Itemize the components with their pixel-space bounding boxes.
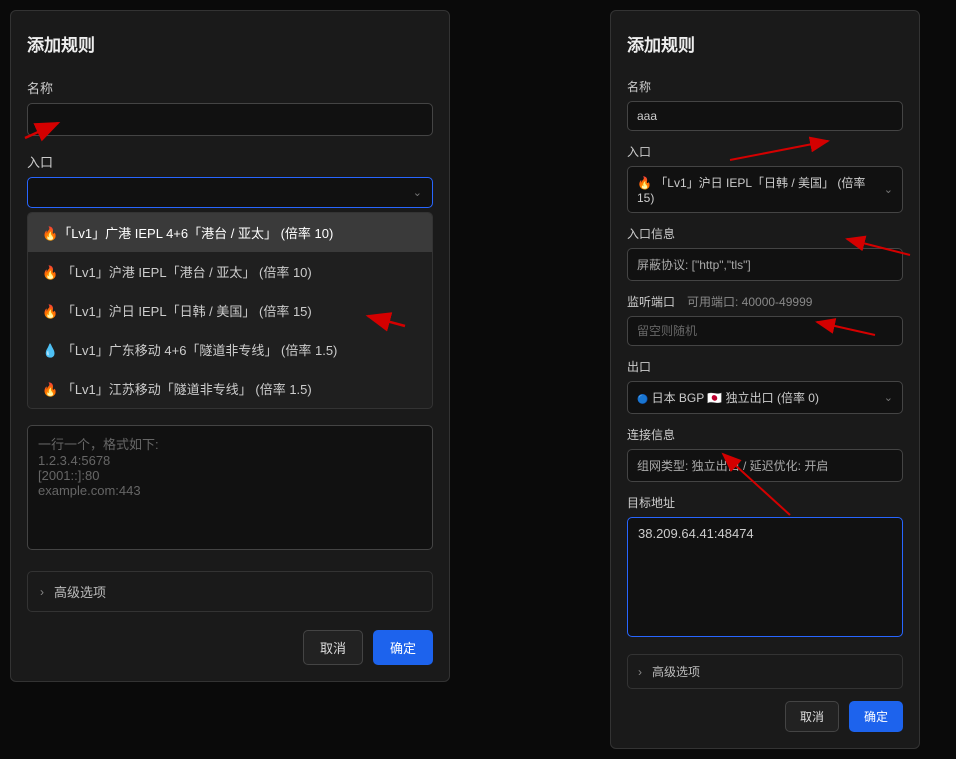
entry-select[interactable]: ⌄ [27,177,433,208]
cancel-button[interactable]: 取消 [303,630,363,665]
listen-port-label: 监听端口 [627,293,675,310]
fire-icon: 🔥 [637,176,652,190]
entry-label: 入口 [27,152,433,171]
dropdown-item[interactable]: 💧 「Lv1」广东移动 4+6「隧道非专线」 (倍率 1.5) [28,330,432,369]
exit-select[interactable]: 🔵 日本 BGP 🇯🇵 独立出口 (倍率 0) ⌄ [627,381,903,414]
target-label: 目标地址 [627,494,903,511]
chevron-right-icon: › [40,585,44,599]
entry-info-label: 入口信息 [627,225,903,242]
fire-icon: 🔥 [42,265,58,280]
cancel-button[interactable]: 取消 [785,701,839,732]
exit-label: 出口 [627,358,903,375]
name-input[interactable] [627,101,903,131]
advanced-options-toggle[interactable]: › 高级选项 [27,571,433,612]
listen-port-input[interactable] [627,316,903,346]
chevron-right-icon: › [638,665,642,679]
chevron-down-icon: ⌄ [413,186,422,199]
dropdown-item[interactable]: 🔥 「Lv1」沪港 IEPL「港台 / 亚太」 (倍率 10) [28,252,432,291]
entry-select[interactable]: 🔥 「Lv1」沪日 IEPL「日韩 / 美国」 (倍率 15) ⌄ [627,166,903,213]
confirm-button[interactable]: 确定 [373,630,433,665]
chevron-down-icon: ⌄ [884,183,893,196]
name-input[interactable] [27,103,433,136]
dropdown-item[interactable]: 🔥 「Lv1」沪日 IEPL「日韩 / 美国」 (倍率 15) [28,291,432,330]
target-textarea[interactable] [27,425,433,550]
name-label: 名称 [27,78,433,97]
entry-dropdown[interactable]: 🔥「Lv1」广港 IEPL 4+6「港台 / 亚太」 (倍率 10) 🔥 「Lv… [27,212,433,409]
circle-icon: 🔵 [637,394,648,404]
dropdown-item[interactable]: 🔥 「Lv1」江苏移动「隧道非专线」 (倍率 1.5) [28,369,432,408]
dialog-title: 添加规则 [627,31,903,56]
advanced-options-toggle[interactable]: › 高级选项 [627,654,903,689]
target-textarea[interactable] [627,517,903,637]
dialog-add-rule-right: 添加规则 名称 入口 🔥 「Lv1」沪日 IEPL「日韩 / 美国」 (倍率 1… [610,10,920,749]
dropdown-item[interactable]: 🔥「Lv1」广港 IEPL 4+6「港台 / 亚太」 (倍率 10) [28,213,432,252]
available-port-hint: 可用端口: 40000-49999 [687,293,812,310]
water-drop-icon: 💧 [42,343,58,358]
fire-icon: 🔥 [42,382,58,397]
conn-info-label: 连接信息 [627,426,903,443]
dialog-title: 添加规则 [27,31,433,56]
entry-info-box: 屏蔽协议: ["http","tls"] [627,248,903,281]
name-label: 名称 [627,78,903,95]
conn-info-box: 组网类型: 独立出口 / 延迟优化: 开启 [627,449,903,482]
fire-icon: 🔥 [42,304,58,319]
chevron-down-icon: ⌄ [884,391,893,404]
fire-icon: 🔥 [42,226,58,241]
entry-label: 入口 [627,143,903,160]
dialog-add-rule-left: 添加规则 名称 入口 ⌄ 🔥「Lv1」广港 IEPL 4+6「港台 / 亚太」 … [10,10,450,682]
confirm-button[interactable]: 确定 [849,701,903,732]
